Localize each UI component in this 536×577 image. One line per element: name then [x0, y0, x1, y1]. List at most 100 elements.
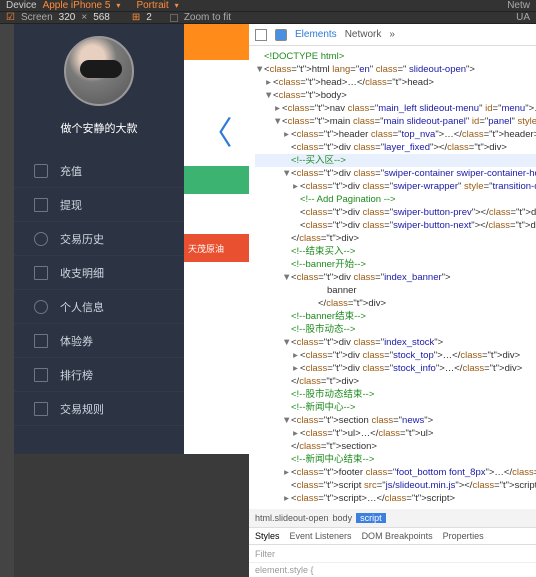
menu-item-3[interactable]: 收支明细 — [14, 256, 184, 290]
back-button[interactable]: 〈 — [184, 96, 249, 166]
dom-node[interactable]: ▸<class="t">ul>…</class="t">ul> — [255, 427, 536, 440]
dom-node[interactable]: ▼<class="t">html lang="en" class=" slide… — [255, 63, 536, 76]
dom-node[interactable]: ▼<class="t">div class="swiper-container … — [255, 167, 536, 180]
dom-node[interactable]: <class="t">script src="js/slideout.min.j… — [255, 479, 536, 492]
dom-node[interactable]: </class="t">div> — [255, 375, 536, 388]
orientation-dropdown-icon[interactable]: ▾ — [175, 1, 179, 10]
tab-network[interactable]: Network — [345, 29, 382, 40]
menu-item-1[interactable]: 提现 — [14, 188, 184, 222]
screen-height[interactable]: 568 — [93, 12, 110, 23]
dom-node[interactable]: </class="t">div> — [255, 232, 536, 245]
orientation-select[interactable]: Portrait — [136, 0, 168, 11]
inspect-icon[interactable] — [255, 29, 267, 41]
style-rule: element.style { — [249, 563, 536, 577]
subtab-styles[interactable]: Styles — [255, 531, 280, 541]
dom-node[interactable]: <class="t">div class="swiper-button-next… — [255, 219, 536, 232]
dom-node[interactable]: ▸<class="t">div class="stock_info">…</cl… — [255, 362, 536, 375]
menu-item-label: 排行榜 — [60, 367, 93, 383]
menu-item-label: 提现 — [60, 197, 82, 213]
filter-input[interactable]: Filter — [249, 545, 536, 563]
slideout-menu: 做个安静的大款 充值提现交易历史收支明细个人信息体验券排行榜交易规则 — [14, 24, 184, 454]
dom-node[interactable]: <!--股市动态--> — [255, 323, 536, 336]
clock-icon — [34, 232, 48, 246]
devtools-tabs: Elements Network » ◎ 2 ▸‗ ⚙ ◧ ✕ — [249, 24, 536, 46]
menu-item-0[interactable]: 充值 — [14, 154, 184, 188]
dom-node[interactable]: </class="t">section> — [255, 440, 536, 453]
zoom-fit-checkbox[interactable] — [170, 14, 178, 22]
subtab-listeners[interactable]: Event Listeners — [290, 531, 352, 541]
network-label[interactable]: Netw — [507, 0, 530, 11]
device-mode-icon[interactable] — [275, 29, 287, 41]
dom-node[interactable]: ▼<class="t">main class="main slideout-pa… — [255, 115, 536, 128]
menu-item-4[interactable]: 个人信息 — [14, 290, 184, 324]
spacer — [184, 194, 249, 234]
dom-node[interactable]: <!--股市动态结束--> — [255, 388, 536, 401]
dom-node[interactable]: ▸<class="t">div class="stock_top">…</cla… — [255, 349, 536, 362]
menu-item-label: 体验券 — [60, 333, 93, 349]
dom-node[interactable]: ▼<class="t">body> — [255, 89, 536, 102]
dom-tree[interactable]: <!DOCTYPE html>▼<class="t">html lang="en… — [249, 46, 536, 509]
dom-node[interactable]: ▼<class="t">div class="index_banner"> — [255, 271, 536, 284]
screen-toolbar: ☑ Screen 320 × 568 ⊞ 2 Zoom to fit UA — [0, 12, 536, 24]
styles-tabs: Styles Event Listeners DOM Breakpoints P… — [249, 527, 536, 545]
chart-icon — [34, 368, 48, 382]
menu-item-5[interactable]: 体验券 — [14, 324, 184, 358]
dom-node[interactable]: <!--新闻中心--> — [255, 401, 536, 414]
username: 做个安静的大款 — [61, 120, 138, 136]
green-stripe — [184, 166, 249, 194]
dom-node[interactable]: <class="t">div class="layer_fixed"></cla… — [255, 141, 536, 154]
avatar[interactable] — [64, 36, 134, 106]
tab-elements[interactable]: Elements — [295, 29, 337, 40]
dom-node[interactable]: <!--banner结束--> — [255, 310, 536, 323]
screen-label: Screen — [21, 12, 53, 23]
dom-node[interactable]: <!-- Add Pagination --> — [255, 193, 536, 206]
menu-item-label: 交易规则 — [60, 401, 104, 417]
wallet-icon — [34, 164, 48, 178]
main-panel: 〈 天茂原油 — [184, 24, 249, 454]
header-white — [184, 60, 249, 96]
ua-label[interactable]: UA — [516, 12, 530, 23]
device-select[interactable]: Apple iPhone 5 — [43, 0, 111, 11]
ruler-vertical — [0, 24, 14, 577]
dom-node[interactable]: <!--结束买入--> — [255, 245, 536, 258]
dom-node[interactable]: ▸<class="t">footer class="foot_bottom fo… — [255, 466, 536, 479]
device-dropdown-icon[interactable]: ▾ — [116, 1, 120, 10]
dom-node[interactable]: <!--banner开始--> — [255, 258, 536, 271]
dom-node[interactable]: </class="t">div> — [255, 297, 536, 310]
subtab-props[interactable]: Properties — [443, 531, 484, 541]
dom-node[interactable]: ▼<class="t">section class="news"> — [255, 414, 536, 427]
dom-node[interactable]: ▸<class="t">head>…</class="t">head> — [255, 76, 536, 89]
book-icon — [34, 266, 48, 280]
menu-item-7[interactable]: 交易规则 — [14, 392, 184, 426]
subtab-dom-bp[interactable]: DOM Breakpoints — [362, 531, 433, 541]
menu-item-6[interactable]: 排行榜 — [14, 358, 184, 392]
dom-node[interactable]: ▸<class="t">nav class="main_left slideou… — [255, 102, 536, 115]
menu-item-label: 个人信息 — [60, 299, 104, 315]
dom-node[interactable]: <class="t">div class="swiper-button-prev… — [255, 206, 536, 219]
dom-node[interactable]: <!--买入区--> — [255, 154, 536, 167]
crumb-script[interactable]: script — [356, 513, 386, 523]
zoom-value[interactable]: 2 — [146, 12, 152, 23]
zoom-checkbox[interactable]: ⊞ — [132, 12, 140, 23]
menu-item-label: 交易历史 — [60, 231, 104, 247]
screen-checkbox[interactable]: ☑ — [6, 12, 15, 23]
screen-width[interactable]: 320 — [59, 12, 76, 23]
dom-node[interactable]: <!--新闻中心结束--> — [255, 453, 536, 466]
dom-node[interactable]: ▼<class="t">div class="index_stock"> — [255, 336, 536, 349]
user-icon — [34, 300, 48, 314]
tabs-more-icon[interactable]: » — [389, 29, 395, 40]
breadcrumb[interactable]: html.slideout-open body script — [249, 509, 536, 527]
devtools-panel: Elements Network » ◎ 2 ▸‗ ⚙ ◧ ✕ <!DOCTYP… — [249, 24, 536, 577]
dom-node[interactable]: ▸<class="t">header class="top_nva">…</cl… — [255, 128, 536, 141]
menu-item-label: 充值 — [60, 163, 82, 179]
menu-item-2[interactable]: 交易历史 — [14, 222, 184, 256]
dom-node[interactable]: ▸<class="t">script>…</class="t">script> — [255, 492, 536, 505]
dom-node[interactable]: ▸<class="t">div class="swiper-wrapper" s… — [255, 180, 536, 193]
menu-item-label: 收支明细 — [60, 265, 104, 281]
red-stripe[interactable]: 天茂原油 — [184, 234, 249, 262]
crumb-body[interactable]: body — [333, 513, 353, 523]
doc-icon — [34, 334, 48, 348]
crumb-html[interactable]: html.slideout-open — [255, 513, 329, 523]
dom-node[interactable]: banner — [255, 284, 536, 297]
dom-node[interactable]: <!DOCTYPE html> — [255, 50, 536, 63]
